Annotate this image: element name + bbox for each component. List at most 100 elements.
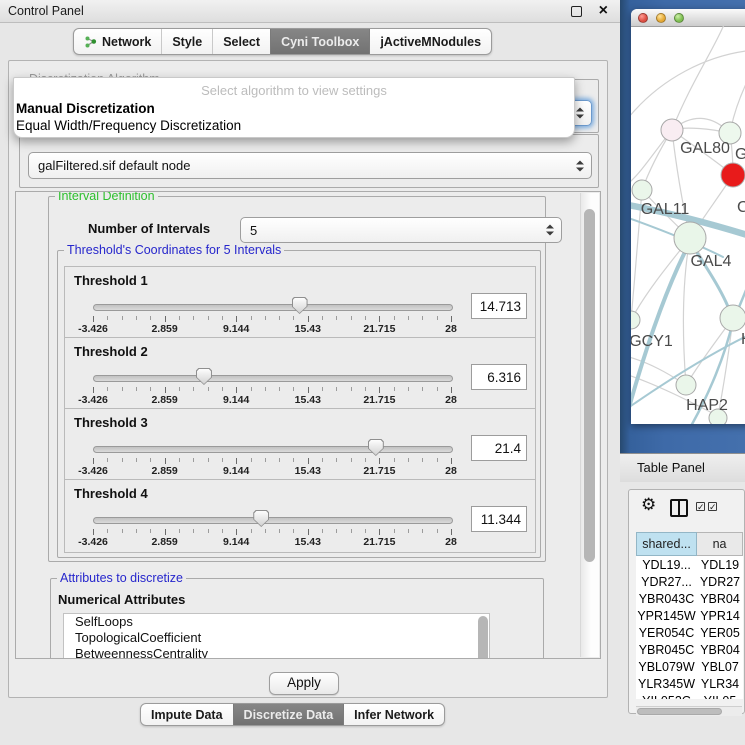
table-row[interactable]: YDR27...YDR27: [636, 573, 743, 590]
cell-name[interactable]: YPR14: [697, 607, 743, 624]
table-row[interactable]: YER054CYER05: [636, 624, 743, 641]
scale-label: -3.426: [78, 536, 108, 548]
cell-shared-name[interactable]: YPR145W: [636, 607, 697, 624]
scrollbar-thumb[interactable]: [637, 708, 722, 715]
cell-name[interactable]: YER05: [697, 624, 743, 641]
tab-cyni-toolbox[interactable]: Cyni Toolbox: [270, 29, 369, 54]
vertical-scrollbar[interactable]: [580, 193, 599, 657]
apply-button[interactable]: Apply: [269, 672, 339, 695]
table-row[interactable]: YBR043CYBR04: [636, 590, 743, 607]
zoom-traffic-light-icon[interactable]: [674, 13, 684, 23]
cell-shared-name[interactable]: YDL19...: [636, 556, 697, 573]
numerical-attributes-title: Numerical Attributes: [58, 592, 185, 607]
threshold-value-field[interactable]: 11.344: [471, 506, 527, 532]
dropdown-option-equal-width[interactable]: Equal Width/Frequency Discretization: [16, 118, 241, 133]
panel-title: Control Panel: [8, 0, 84, 22]
attribute-list-item[interactable]: SelfLoops: [64, 614, 489, 630]
cell-name[interactable]: YIL05: [697, 692, 743, 699]
tick-mark: [408, 458, 409, 462]
table-row[interactable]: YLR345WYLR34: [636, 675, 743, 692]
cell-name[interactable]: YDL19: [697, 556, 743, 573]
bottom-tab-infer-network[interactable]: Infer Network: [343, 704, 444, 725]
cell-shared-name[interactable]: YER054C: [636, 624, 697, 641]
threshold-slider-track[interactable]: [93, 375, 453, 382]
cell-shared-name[interactable]: YIL052C: [636, 692, 697, 699]
table-row[interactable]: YBR045CYBR04: [636, 641, 743, 658]
cell-shared-name[interactable]: YLR345W: [636, 675, 697, 692]
network-view-area[interactable]: GAL80 GA C GAL11 GAL4 GCY1 H HAP2: [620, 0, 745, 453]
table-row[interactable]: YIL052CYIL05: [636, 692, 743, 699]
threshold-label: Threshold 2: [74, 344, 148, 359]
horizontal-scrollbar[interactable]: [636, 706, 742, 716]
control-panel-titlebar: Control Panel ×: [0, 0, 620, 23]
tick-mark: [179, 316, 180, 320]
tick-mark: [365, 529, 366, 533]
checkbox-icon[interactable]: ✓: [708, 502, 717, 511]
cell-name[interactable]: YBL07: [697, 658, 743, 675]
list-scrollbar-thumb[interactable]: [478, 616, 488, 659]
tick-mark: [193, 316, 194, 320]
tick-mark: [365, 316, 366, 320]
scale-label: 9.144: [223, 323, 249, 335]
cell-name[interactable]: YDR27: [697, 573, 743, 590]
cell-shared-name[interactable]: YDR27...: [636, 573, 697, 590]
threshold-value-field[interactable]: 14.713: [471, 293, 527, 319]
tab-jactivemnodules[interactable]: jActiveMNodules: [369, 29, 491, 54]
cell-shared-name[interactable]: YBL079W: [636, 658, 697, 675]
tick-mark: [165, 529, 166, 535]
column-browse-icon[interactable]: [670, 499, 688, 517]
tick-mark: [208, 458, 209, 462]
tick-mark: [422, 458, 423, 462]
table-data-combo[interactable]: galFiltered.sif default node: [28, 152, 592, 179]
slider-thumb[interactable]: [292, 297, 308, 314]
tick-mark: [236, 529, 237, 535]
tick-mark: [408, 529, 409, 533]
cell-name[interactable]: YLR34: [697, 675, 743, 692]
column-header-shared-name[interactable]: shared...: [636, 532, 697, 556]
combo-stepper-icon: [576, 160, 584, 171]
cell-name[interactable]: YBR04: [697, 641, 743, 658]
slider-thumb[interactable]: [196, 368, 212, 385]
threshold-slider-track[interactable]: [93, 517, 453, 524]
dropdown-placeholder-option[interactable]: Select algorithm to view settings: [14, 83, 574, 98]
float-icon[interactable]: [571, 6, 582, 17]
cell-shared-name[interactable]: YBR045C: [636, 641, 697, 658]
node-red-selected: [721, 163, 745, 187]
tab-style[interactable]: Style: [161, 29, 212, 54]
label-gal11: GAL11: [641, 201, 690, 218]
network-graph[interactable]: GAL80 GA C GAL11 GAL4 GCY1 H HAP2: [631, 26, 745, 424]
threshold-value-field[interactable]: 21.4: [471, 435, 527, 461]
tick-mark: [279, 387, 280, 391]
close-icon[interactable]: ×: [599, 0, 608, 21]
tick-mark: [279, 529, 280, 533]
bottom-tab-impute-data[interactable]: Impute Data: [141, 704, 233, 725]
minimize-traffic-light-icon[interactable]: [656, 13, 666, 23]
table-row[interactable]: YBL079WYBL07: [636, 658, 743, 675]
slider-thumb[interactable]: [253, 510, 269, 527]
tick-mark: [336, 316, 337, 320]
table-row[interactable]: YDL19...YDL19: [636, 556, 743, 573]
tab-select[interactable]: Select: [212, 29, 270, 54]
threshold-value-field[interactable]: 6.316: [471, 364, 527, 390]
num-intervals-combo[interactable]: 5: [240, 217, 562, 243]
dropdown-option-manual[interactable]: Manual Discretization: [16, 101, 155, 116]
cell-shared-name[interactable]: YBR043C: [636, 590, 697, 607]
close-traffic-light-icon[interactable]: [638, 13, 648, 23]
table-panel-header: Table Panel: [620, 453, 745, 483]
attribute-list-item[interactable]: TopologicalCoefficient: [64, 630, 489, 646]
gear-icon[interactable]: ⚙: [641, 495, 656, 515]
threshold-slider-track[interactable]: [93, 304, 453, 311]
bottom-tab-discretize-data[interactable]: Discretize Data: [233, 704, 344, 725]
threshold-label: Threshold 4: [74, 486, 148, 501]
cell-name[interactable]: YBR04: [697, 590, 743, 607]
scale-label: 9.144: [223, 394, 249, 406]
tab-network[interactable]: Network: [74, 29, 161, 54]
threshold-slider-track[interactable]: [93, 446, 453, 453]
column-header-name[interactable]: na: [697, 532, 743, 556]
settings-scroll-pane: Interval Definition Number of Intervals …: [15, 191, 601, 659]
attribute-list-item[interactable]: BetweennessCentrality: [64, 646, 489, 659]
slider-thumb[interactable]: [368, 439, 384, 456]
scrollbar-thumb[interactable]: [584, 209, 595, 562]
checkbox-icon[interactable]: ✓: [696, 502, 705, 511]
table-row[interactable]: YPR145WYPR14: [636, 607, 743, 624]
